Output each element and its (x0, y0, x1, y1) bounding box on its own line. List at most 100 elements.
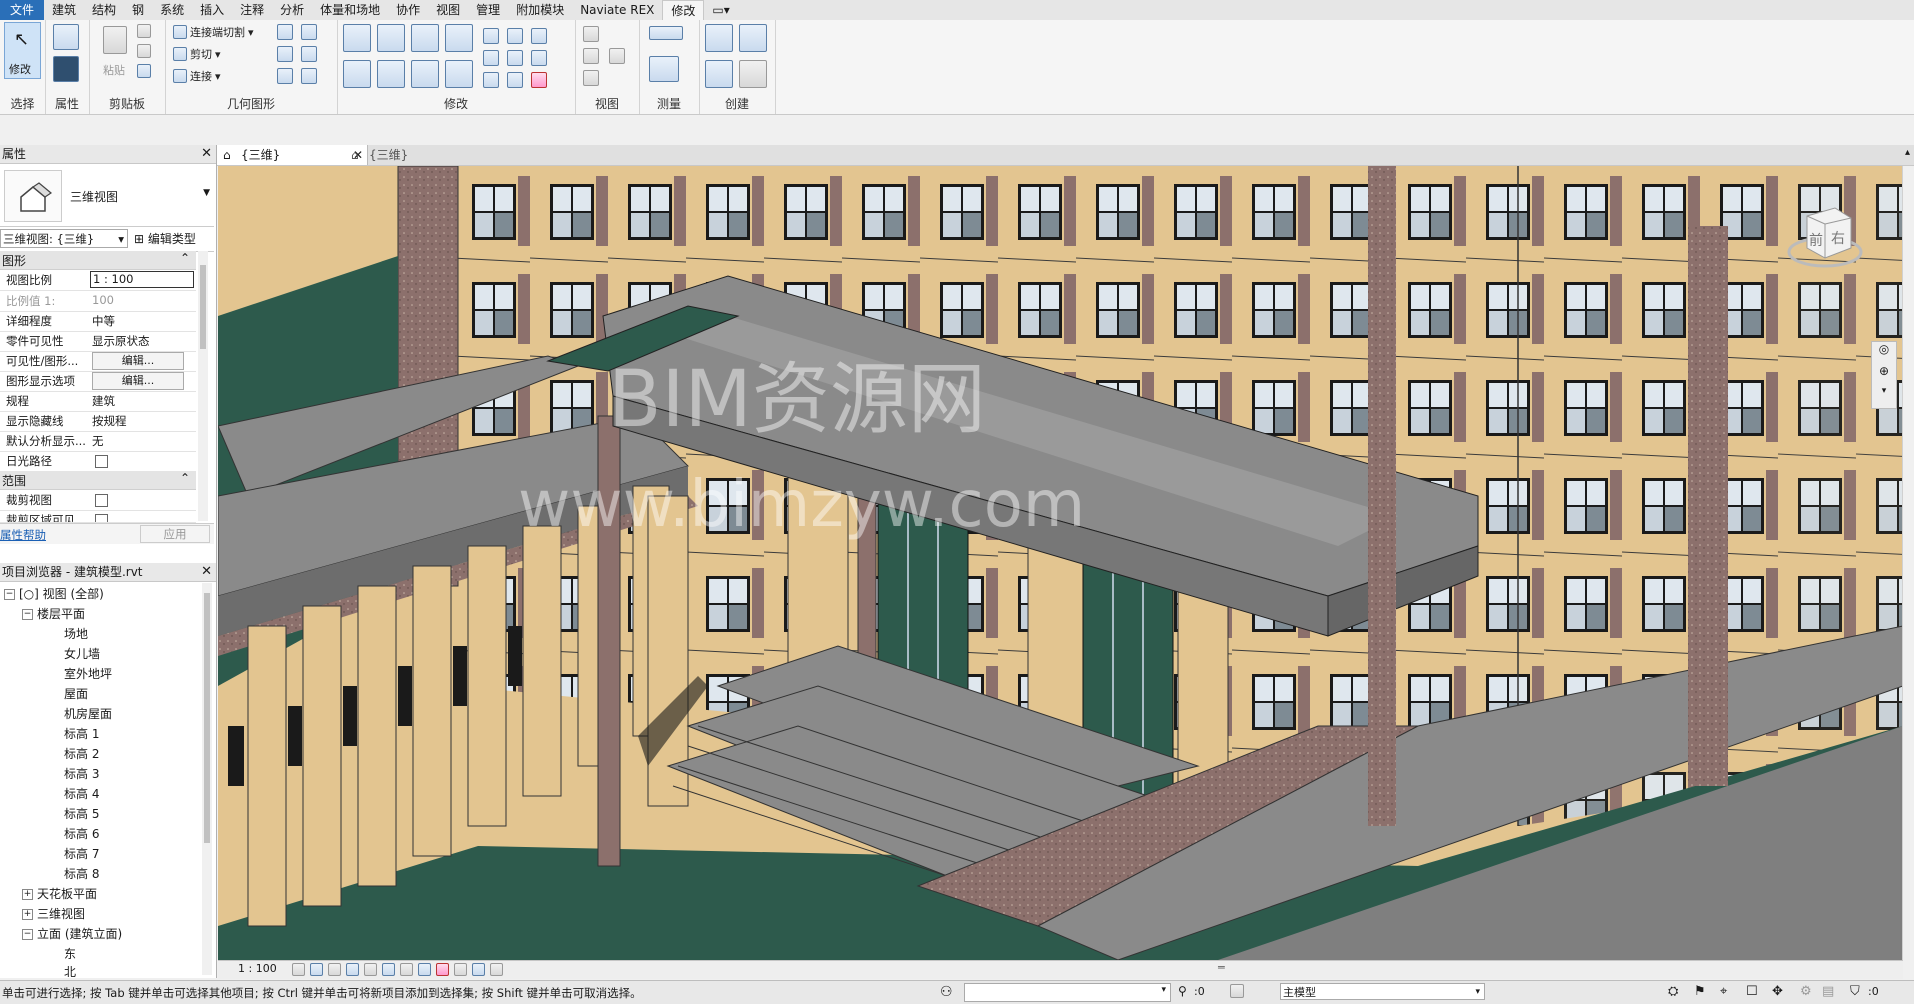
tab-structure[interactable]: 结构 (84, 0, 124, 20)
view-scale-dropdown[interactable]: 1 : 100 (90, 271, 194, 288)
tree-3d-views[interactable]: + 三维视图 (22, 905, 85, 922)
tab-annotate[interactable]: 注释 (232, 0, 272, 20)
mirror-draw-axis-icon[interactable] (445, 24, 473, 52)
split-element-icon[interactable] (483, 28, 499, 44)
copy-icon[interactable] (137, 44, 151, 58)
select-underlay-icon[interactable]: ⚑ (1694, 984, 1706, 999)
prop-value[interactable]: 无 (92, 433, 192, 449)
tree-item[interactable]: 标高 7 (64, 845, 99, 862)
offset-icon[interactable] (377, 24, 405, 52)
tree-floor-plans[interactable]: − 楼层平面 (22, 605, 85, 622)
move-icon[interactable] (343, 60, 371, 88)
sun-path-checkbox[interactable] (95, 455, 108, 468)
tab-analyze[interactable]: 分析 (272, 0, 312, 20)
linework-icon[interactable] (583, 70, 599, 86)
align-icon[interactable] (343, 24, 371, 52)
join-button[interactable]: 连接 ▾ (173, 68, 221, 84)
properties-scrollbar[interactable] (198, 251, 208, 521)
create-group-icon[interactable] (739, 60, 767, 88)
array-icon[interactable] (483, 50, 499, 66)
split-face-icon[interactable] (301, 24, 317, 40)
pin-icon[interactable] (531, 28, 547, 44)
edit-visibility-button[interactable]: 编辑... (92, 352, 184, 370)
analytical-model-icon[interactable] (490, 963, 503, 976)
filter-icon[interactable]: ⛉ (1850, 984, 1860, 999)
tree-elevations[interactable]: − 立面 (建筑立面) (22, 925, 122, 942)
apply-button[interactable]: 应用 (140, 525, 210, 543)
horizontal-scroll-grip-icon[interactable]: ═ (1218, 961, 1225, 974)
tab-steel[interactable]: 钢 (124, 0, 152, 20)
section-graphics[interactable]: 图形 ⌃ (0, 251, 196, 270)
tree-ceiling-plans[interactable]: + 天花板平面 (22, 885, 97, 902)
drag-elements-icon[interactable]: ✥ (1772, 984, 1783, 999)
tab-insert[interactable]: 插入 (192, 0, 232, 20)
edit-type-button[interactable]: ⊞ 编辑类型 (134, 230, 196, 247)
create-similar-icon[interactable] (739, 24, 767, 52)
prop-row-view-scale[interactable]: 视图比例 1 : 100 (0, 270, 196, 291)
measure-between-icon[interactable] (649, 26, 683, 40)
workset-icon[interactable]: ⚇ (940, 984, 953, 1000)
3d-viewport[interactable]: BIM资源网 www.bimzyw.com 前 右 ◎ ⊕ ▾ (218, 166, 1903, 960)
reveal-hidden-icon[interactable] (454, 963, 467, 976)
unpin-icon[interactable] (531, 50, 547, 66)
crop-view-icon[interactable] (382, 963, 395, 976)
edit-graphic-display-button[interactable]: 编辑... (92, 372, 184, 390)
tabs-overflow-icon[interactable]: ▴ (1905, 147, 1910, 158)
wall-joins-icon[interactable] (277, 24, 293, 40)
prop-row-parts-visibility[interactable]: 零件可见性 显示原状态 (0, 331, 196, 352)
section-extents[interactable]: 范围 ⌃ (0, 471, 196, 490)
collapse-toggle-icon[interactable]: − (22, 929, 33, 940)
browser-scrollbar[interactable] (202, 583, 212, 975)
instance-filter-dropdown[interactable]: 三维视图: {三维} ▾ (0, 229, 128, 248)
properties-help-link[interactable]: 属性帮助 (0, 527, 46, 543)
prop-value[interactable]: 中等 (92, 313, 192, 329)
viewport-scrollbar[interactable] (1902, 166, 1914, 960)
properties-icon[interactable] (53, 56, 79, 82)
cut-clipboard-icon[interactable] (137, 24, 151, 38)
tree-item[interactable]: 标高 1 (64, 725, 99, 742)
show-crop-icon[interactable] (400, 963, 413, 976)
steering-wheel-icon[interactable]: ◎ (1872, 342, 1896, 364)
expand-toggle-icon[interactable]: + (22, 909, 33, 920)
tree-item[interactable]: 屋面 (64, 685, 88, 702)
zoom-region-icon[interactable]: ⊕ (1872, 364, 1896, 386)
tab-architecture[interactable]: 建筑 (44, 0, 84, 20)
tree-item[interactable]: 北 (64, 963, 76, 977)
beam-join-icon[interactable] (277, 68, 293, 84)
trim-multiple-icon[interactable] (507, 72, 523, 88)
trim-extend-icon[interactable] (445, 60, 473, 88)
demolish-icon[interactable] (277, 46, 293, 62)
collapse-toggle-icon[interactable]: − (4, 589, 15, 600)
tab-naviate-rex[interactable]: Naviate REX (572, 0, 662, 20)
create-parts-icon[interactable] (705, 60, 733, 88)
cope-button[interactable]: 连接端切割 ▾ (173, 24, 254, 40)
hammer-icon[interactable] (301, 68, 317, 84)
tab-addins[interactable]: 附加模块 (508, 0, 572, 20)
trim-single-icon[interactable] (483, 72, 499, 88)
crop-region-checkbox[interactable] (95, 514, 108, 522)
lock-view-icon[interactable] (418, 963, 431, 976)
prop-value[interactable]: 显示原状态 (92, 333, 192, 349)
temporary-hide-icon[interactable] (436, 963, 449, 976)
shadows-icon[interactable] (346, 963, 359, 976)
tab-file[interactable]: 文件 (0, 0, 45, 20)
cut-geometry-button[interactable]: 剪切 ▾ (173, 46, 221, 62)
tree-root-views[interactable]: − [○] 视图 (全部) (4, 585, 104, 602)
prop-row-hidden-lines[interactable]: 显示隐藏线 按规程 (0, 411, 196, 432)
type-properties-icon[interactable] (53, 24, 79, 50)
view-tools-icon[interactable] (609, 48, 625, 64)
design-option-dropdown[interactable]: 主模型 ▾ (1280, 983, 1485, 1000)
delete-icon[interactable] (531, 72, 547, 88)
design-options-icon[interactable] (1230, 984, 1244, 998)
expand-toggle-icon[interactable]: + (22, 889, 33, 900)
workset-dropdown[interactable]: ▾ (964, 983, 1171, 1002)
prop-row-discipline[interactable]: 规程 建筑 (0, 391, 196, 412)
extension-icon[interactable]: ▤ (1822, 984, 1834, 999)
paste-icon[interactable] (103, 26, 127, 54)
match-properties-icon[interactable] (137, 64, 151, 78)
tree-item[interactable]: 标高 2 (64, 745, 99, 762)
tree-item[interactable]: 标高 4 (64, 785, 99, 802)
tree-item[interactable]: 东 (64, 945, 76, 962)
tab-massing-site[interactable]: 体量和场地 (312, 0, 388, 20)
copy-element-icon[interactable] (377, 60, 405, 88)
